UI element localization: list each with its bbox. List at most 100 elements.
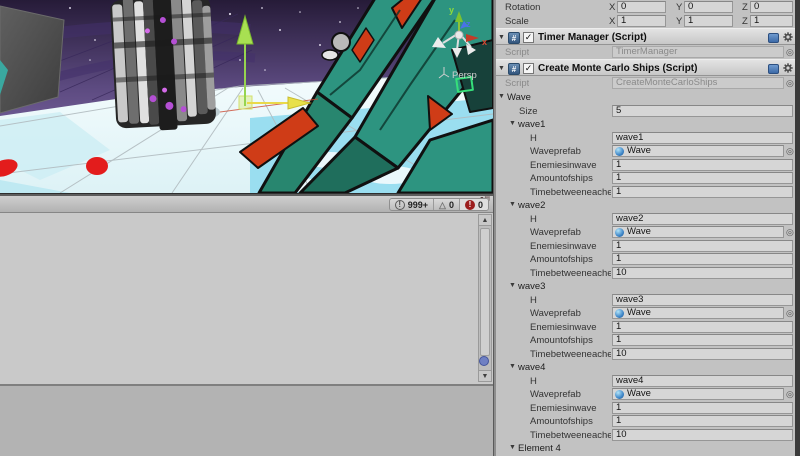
- property-label: Waveprefab: [530, 308, 581, 319]
- property-field[interactable]: 10: [612, 266, 793, 279]
- cursor-dot: [479, 356, 489, 366]
- red-marker: [86, 157, 108, 175]
- inspector-row: ▼ Wave: [496, 90, 795, 104]
- object-field[interactable]: Wave: [612, 307, 784, 319]
- scene-viewport[interactable]: y z x Persp: [0, 0, 493, 193]
- property-label: Enemiesinwave: [530, 321, 597, 333]
- property-label: Timebetweeneache: [530, 186, 611, 198]
- property-field[interactable]: wave2: [612, 212, 793, 225]
- object-picker-icon[interactable]: ◎: [786, 78, 794, 88]
- help-icon[interactable]: [768, 63, 779, 74]
- gear-icon[interactable]: [783, 63, 793, 73]
- console-error-toggle[interactable]: ! 0: [458, 199, 488, 210]
- component-header[interactable]: ▼ # ✓ Timer Manager (Script): [496, 28, 795, 45]
- property-label: H: [530, 294, 537, 306]
- component-enabled-checkbox[interactable]: ✓: [523, 32, 534, 43]
- property-field[interactable]: 10: [612, 428, 793, 441]
- axis-field-x[interactable]: 0: [617, 1, 666, 13]
- prefab-icon: [615, 389, 624, 399]
- property-field[interactable]: 1: [612, 185, 793, 198]
- inspector-row: Size 5: [496, 104, 795, 118]
- foldout-arrow-icon[interactable]: ▼: [509, 120, 516, 128]
- object-picker-icon[interactable]: ◎: [786, 146, 794, 156]
- axis-field-y[interactable]: 0: [684, 1, 733, 13]
- property-label: Timebetweeneache: [530, 267, 611, 279]
- gray-ship: [110, 0, 216, 131]
- property-field[interactable]: 1: [612, 253, 793, 265]
- foldout-arrow-icon[interactable]: ▼: [509, 363, 516, 371]
- property-label: Script: [505, 78, 530, 89]
- inspector-row: Script TimerManager ◎: [496, 45, 795, 59]
- property-label: Size: [519, 105, 538, 117]
- object-field-value: Wave: [627, 226, 651, 237]
- inspector-row: ▼ wave4: [496, 360, 795, 374]
- property-label: Amountofships: [530, 173, 593, 184]
- object-field[interactable]: Wave: [612, 145, 784, 157]
- property-field[interactable]: wave1: [612, 131, 793, 144]
- property-field[interactable]: wave3: [612, 293, 793, 306]
- gear-icon[interactable]: [783, 32, 793, 42]
- property-label: H: [530, 132, 537, 144]
- axis-field-z[interactable]: 1: [750, 15, 793, 27]
- property-field[interactable]: 1: [612, 415, 793, 427]
- property-label: Timebetweeneache: [530, 429, 611, 441]
- object-field[interactable]: Wave: [612, 226, 784, 238]
- foldout-arrow-icon[interactable]: ▼: [509, 201, 516, 209]
- console-panel: ▾▤ ! 999+ △ 0 ! 0 ▲ ▼: [0, 196, 493, 456]
- foldout-arrow-icon[interactable]: ▼: [509, 282, 516, 290]
- object-picker-icon[interactable]: ◎: [786, 47, 794, 57]
- foldout-arrow-icon[interactable]: ▼: [509, 444, 516, 452]
- property-field[interactable]: 1: [612, 239, 793, 252]
- property-field[interactable]: 1: [612, 158, 793, 171]
- axis-field-z[interactable]: 0: [750, 1, 793, 13]
- foldout-arrow-icon[interactable]: ▼: [498, 65, 505, 73]
- inspector-row: ▼ wave3: [496, 279, 795, 293]
- object-picker-icon[interactable]: ◎: [786, 389, 794, 399]
- axis-label-y: y: [449, 5, 454, 15]
- foldout-arrow-icon[interactable]: ▼: [498, 34, 505, 42]
- script-object-field[interactable]: TimerManager: [612, 46, 784, 58]
- object-field[interactable]: Wave: [612, 388, 784, 400]
- inspector-row: Waveprefab Wave ◎: [496, 387, 795, 401]
- scroll-up-icon[interactable]: ▲: [479, 215, 491, 226]
- csharp-script-icon: #: [508, 62, 520, 75]
- console-log-area[interactable]: [0, 214, 493, 384]
- inspector-row: Hwave4: [496, 374, 795, 388]
- window-edge: [795, 0, 800, 456]
- help-icon[interactable]: [768, 32, 779, 43]
- scrollbar-thumb[interactable]: [480, 228, 490, 356]
- inspector-row: Amountofships 1: [496, 333, 795, 347]
- foldout-arrow-icon[interactable]: ▼: [498, 93, 505, 101]
- prefab-icon: [615, 146, 624, 156]
- foldout-label: wave3: [518, 280, 546, 292]
- axis-label-z: z: [466, 19, 471, 29]
- object-picker-icon[interactable]: ◎: [786, 308, 794, 318]
- inspector-panel: Rotation X 0 Y 0 Z 0 Scale X 1 Y 1 Z 1 ▼ # ✓ Timer Manage…: [496, 0, 795, 456]
- csharp-script-icon: #: [508, 31, 520, 44]
- property-field[interactable]: 1: [612, 172, 793, 184]
- axis-field-y[interactable]: 1: [684, 15, 733, 27]
- console-warning-toggle[interactable]: △ 0: [433, 199, 459, 210]
- foldout-label: wave4: [518, 361, 546, 373]
- axis-field-x[interactable]: 1: [617, 15, 666, 27]
- inspector-row: Rotation X 0 Y 0 Z 0: [496, 0, 795, 14]
- property-field[interactable]: 10: [612, 347, 793, 360]
- property-field[interactable]: 1: [612, 334, 793, 346]
- wall-block: [0, 5, 65, 114]
- property-field[interactable]: 1: [612, 401, 793, 414]
- console-toolbar: ▾▤ ! 999+ △ 0 ! 0: [0, 196, 493, 213]
- scroll-down-icon[interactable]: ▼: [479, 370, 491, 381]
- component-enabled-checkbox[interactable]: ✓: [523, 63, 534, 74]
- info-count: 999+: [407, 199, 429, 210]
- script-object-field[interactable]: CreateMonteCarloShips: [612, 77, 784, 89]
- component-header[interactable]: ▼ # ✓ Create Monte Carlo Ships (Script): [496, 59, 795, 76]
- axis-label-y: Y: [676, 16, 683, 27]
- object-picker-icon[interactable]: ◎: [786, 227, 794, 237]
- console-info-toggle[interactable]: ! 999+: [390, 199, 433, 210]
- property-field[interactable]: 5: [612, 104, 793, 117]
- property-field[interactable]: wave4: [612, 374, 793, 387]
- warning-count: 0: [448, 199, 454, 210]
- property-field[interactable]: 1: [612, 320, 793, 333]
- error-icon: !: [464, 199, 475, 210]
- inspector-row: Enemiesinwave 1: [496, 239, 795, 253]
